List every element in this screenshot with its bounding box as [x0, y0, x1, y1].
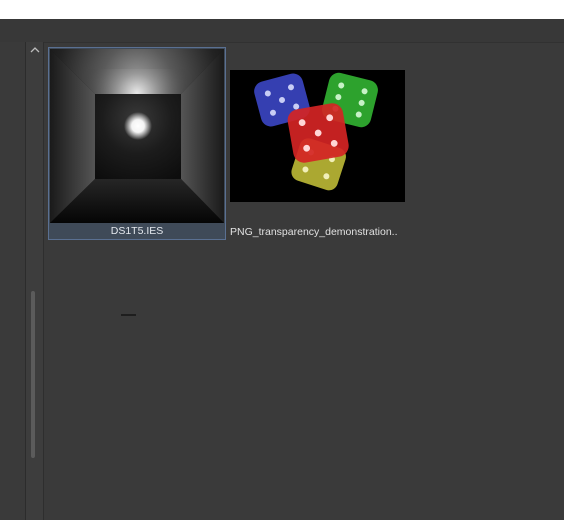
scrollbar-thumb[interactable] [31, 291, 35, 458]
drag-indicator [121, 314, 136, 316]
scroll-up-button[interactable] [29, 44, 41, 54]
file-tile-png[interactable]: PNG_transparency_demonstration.. [228, 67, 406, 240]
top-bar [0, 0, 564, 19]
file-name-label: PNG_transparency_demonstration.. [230, 226, 398, 238]
vertical-scrollbar[interactable] [25, 42, 44, 520]
dice-thumbnail [230, 70, 405, 202]
file-tile-ies[interactable]: DS1T5.IES [48, 47, 226, 240]
file-name-label: DS1T5.IES [110, 225, 164, 237]
chevron-up-icon [30, 46, 40, 52]
ies-thumbnail [50, 49, 224, 223]
header-strip [0, 19, 564, 42]
left-pane [0, 42, 25, 520]
file-grid: DS1T5.IES PNG_transparency_demonstration… [44, 42, 564, 520]
